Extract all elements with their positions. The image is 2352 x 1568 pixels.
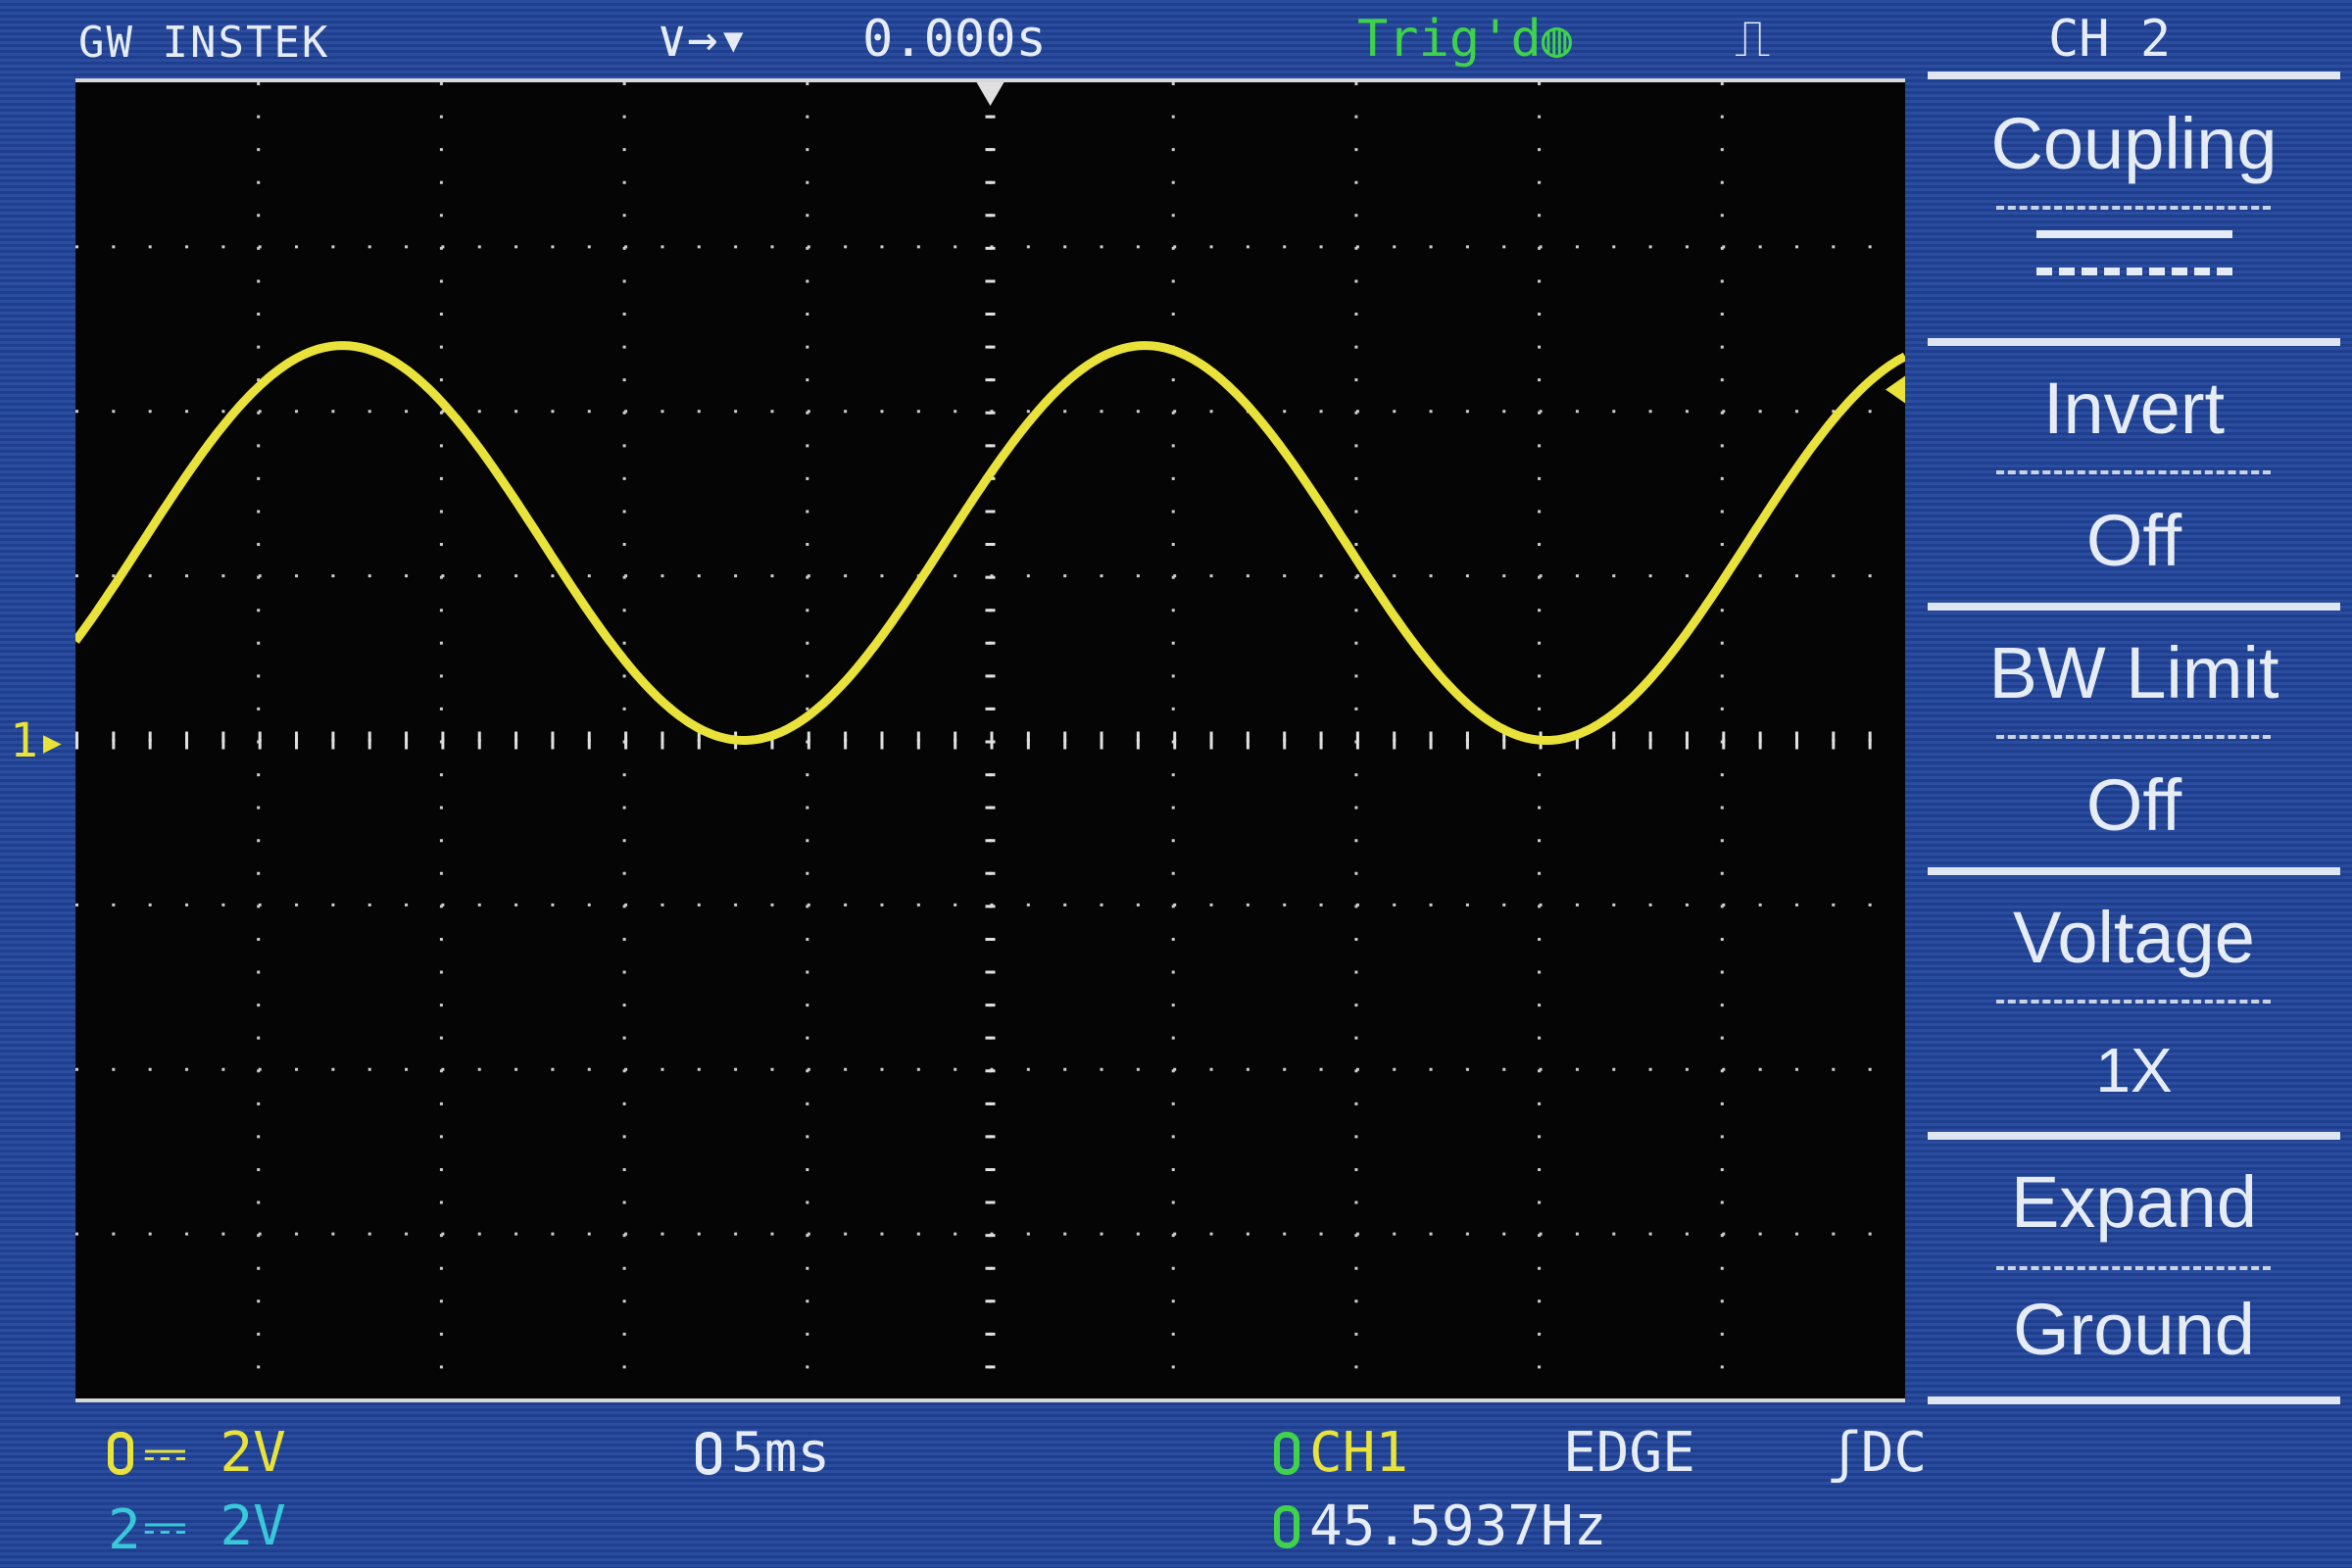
menu-voltage-label[interactable]: Voltage: [1928, 902, 2340, 974]
trigger-badge-icon: [1274, 1432, 1299, 1475]
waveform-graticule: [75, 82, 1905, 1398]
trigger-coupling: ʃDC: [1828, 1421, 1928, 1485]
menu-bw-limit-label[interactable]: BW Limit: [1928, 637, 2340, 710]
ch1-waveform: [75, 341, 1905, 745]
trigger-source: CH1: [1274, 1426, 1408, 1481]
waveform-display: [75, 78, 1905, 1402]
ch1-ground-marker[interactable]: 1▸: [10, 713, 67, 768]
menu-expand-label[interactable]: Expand: [1928, 1166, 2340, 1239]
ch2-badge-icon: 2: [108, 1498, 141, 1562]
trigger-status: Trig'd◍: [1357, 10, 1573, 69]
horizontal-badge-icon: [696, 1432, 721, 1475]
acquire-mode-icon: ⎍: [1735, 10, 1771, 69]
menu-voltage-value[interactable]: 1X: [1928, 1039, 2340, 1102]
frequency-badge-icon: [1274, 1505, 1299, 1548]
ch1-badge-icon: [108, 1432, 133, 1475]
menu-coupling-label[interactable]: Coupling: [1928, 108, 2340, 180]
trigger-position-icon: ∨→▾: [657, 10, 749, 69]
menu-invert-value[interactable]: Off: [1928, 505, 2340, 577]
trigger-position-marker: [976, 82, 1004, 106]
rising-edge-icon: ʃ: [1828, 1421, 1861, 1485]
frequency-readout: 45.5937Hz: [1274, 1499, 1606, 1554]
ch1-scale: ⎓ 2V: [108, 1426, 286, 1481]
menu-expand-value[interactable]: Ground: [1928, 1294, 2340, 1366]
channel-menu: Coupling DC Invert Off BW Limit Off Volt…: [1928, 0, 2340, 1411]
horizontal-scale: 5ms: [696, 1426, 830, 1481]
menu-invert-label[interactable]: Invert: [1928, 372, 2340, 445]
ch2-scale: 2⎓ 2V: [108, 1494, 286, 1562]
trigger-type: EDGE: [1563, 1421, 1695, 1485]
dc-coupling-icon[interactable]: DC: [1928, 230, 2340, 275]
trigger-level-marker: [1886, 375, 1905, 404]
menu-bw-limit-value[interactable]: Off: [1928, 769, 2340, 842]
brand-logo: GW INSTEK: [78, 18, 330, 68]
timebase-position: 0.000s: [862, 10, 1047, 69]
